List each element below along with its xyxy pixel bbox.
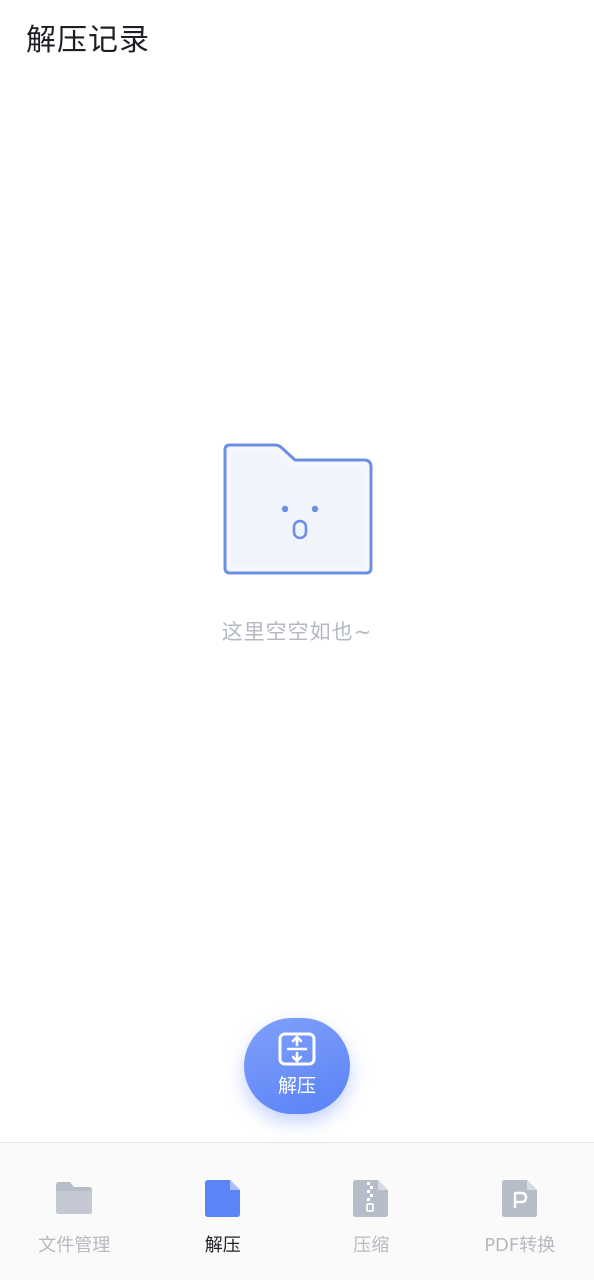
tab-label-compress: 压缩 bbox=[353, 1235, 390, 1256]
unzip-button[interactable]: 解压 bbox=[244, 1018, 350, 1114]
unzip-icon bbox=[278, 1032, 316, 1065]
unzip-button-label: 解压 bbox=[277, 1074, 316, 1097]
pdf-file-icon bbox=[501, 1180, 537, 1217]
tab-file-manager[interactable]: 文件管理 bbox=[0, 1143, 149, 1280]
tab-label-unzip: 解压 bbox=[204, 1235, 241, 1256]
empty-state: 这里空空如也~ bbox=[0, 440, 594, 646]
tab-compress[interactable]: 压缩 bbox=[297, 1143, 446, 1280]
tab-label-file-manager: 文件管理 bbox=[38, 1235, 111, 1256]
tab-label-pdf-convert: PDF转换 bbox=[484, 1235, 556, 1256]
zip-file-icon bbox=[353, 1180, 389, 1217]
bottom-tab-bar: 文件管理 解压 压缩 PDF转换 bbox=[0, 1142, 594, 1280]
tab-pdf-convert[interactable]: PDF转换 bbox=[446, 1143, 594, 1280]
folder-icon bbox=[56, 1182, 93, 1214]
unzip-records-screen: 解压记录 这里空空如也~ 解压 文件管理 解压 压缩 PDF转换 bbox=[0, 0, 594, 1280]
document-icon bbox=[204, 1180, 240, 1217]
page-title: 解压记录 bbox=[26, 23, 150, 58]
empty-message: 这里空空如也~ bbox=[221, 620, 373, 644]
empty-folder-icon bbox=[223, 443, 373, 575]
tab-unzip[interactable]: 解压 bbox=[149, 1143, 298, 1280]
